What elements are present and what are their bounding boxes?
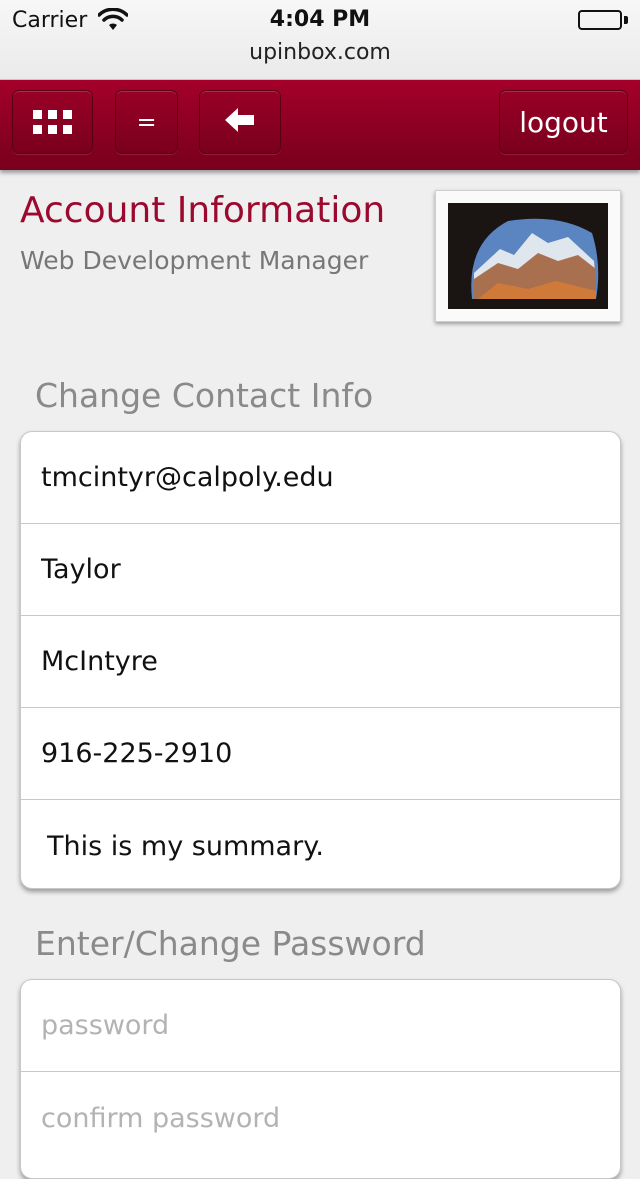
last-name-field[interactable] — [21, 616, 620, 708]
menu-label: = — [136, 108, 157, 136]
job-title: Web Development Manager — [20, 246, 369, 275]
url-bar[interactable]: upinbox.com — [0, 40, 640, 65]
password-form — [20, 979, 621, 1179]
logout-button[interactable]: logout — [499, 90, 628, 154]
grid-icon — [33, 110, 72, 134]
contact-info-form — [20, 431, 621, 889]
first-name-field[interactable] — [21, 524, 620, 616]
phone-field[interactable] — [21, 708, 620, 800]
status-bar: Carrier 4:04 PM upinbox.com — [0, 0, 640, 80]
clock: 4:04 PM — [269, 7, 371, 32]
back-button[interactable] — [199, 90, 281, 154]
email-field[interactable] — [21, 432, 620, 524]
apps-grid-button[interactable] — [12, 90, 93, 154]
back-arrow-icon — [225, 107, 255, 137]
landscape-photo-image — [448, 203, 608, 309]
confirm-password-field[interactable] — [21, 1072, 620, 1164]
summary-field[interactable] — [21, 800, 620, 888]
menu-button[interactable]: = — [115, 90, 178, 154]
profile-photo[interactable] — [435, 190, 621, 322]
contact-section-label: Change Contact Info — [35, 376, 374, 415]
toolbar: = logout — [0, 80, 640, 170]
password-section-label: Enter/Change Password — [35, 924, 426, 963]
battery-icon — [578, 10, 628, 30]
page-title: Account Information — [20, 190, 386, 231]
password-field[interactable] — [21, 980, 620, 1072]
